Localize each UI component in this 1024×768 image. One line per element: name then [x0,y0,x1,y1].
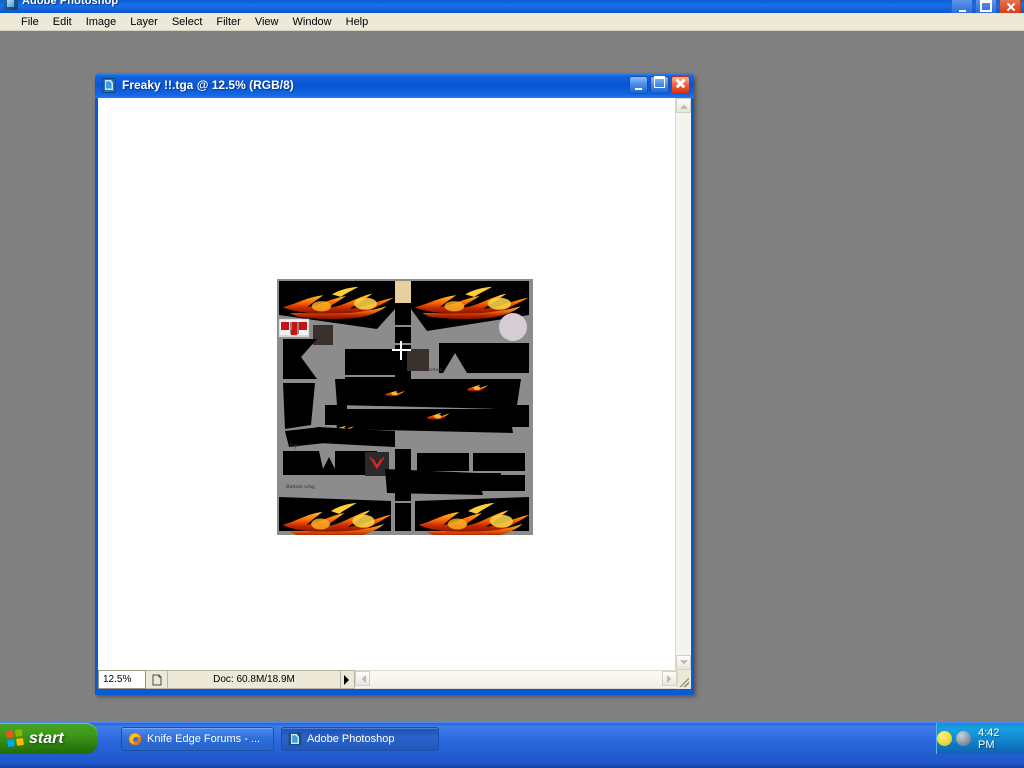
document-titlebar[interactable]: Freaky !!.tga @ 12.5% (RGB/8) [95,73,694,98]
app-titlebar[interactable]: Adobe Photoshop [0,0,1024,13]
menu-item-select[interactable]: Select [165,14,210,30]
photoshop-icon [4,0,18,10]
menu-item-view[interactable]: View [248,14,286,30]
photoshop-app-window: Adobe Photoshop File Edit Image Layer Se… [0,0,1024,723]
document-photoshop-icon [102,78,116,93]
taskbar-item-photoshop[interactable]: Adobe Photoshop [281,727,439,751]
scroll-up-arrow[interactable] [676,98,691,113]
artwork-svg: bottom top Bottom wing [277,279,533,535]
volume-tray-icon[interactable] [956,731,971,746]
scroll-right-arrow[interactable] [662,671,677,686]
status-menu-triangle[interactable] [341,670,355,689]
windows-taskbar: start Knife Edge Forums - ... Adobe Phot… [0,722,1024,768]
document-close-button[interactable] [671,76,690,94]
taskbar-clock[interactable]: 4:42 PM [978,727,1017,751]
start-button-label: start [29,729,64,747]
vertical-scrollbar[interactable] [675,98,691,670]
menu-item-file[interactable]: File [14,14,46,30]
menu-item-filter[interactable]: Filter [209,14,247,30]
horizontal-scroll-track[interactable] [370,671,662,688]
app-minimize-button[interactable] [951,0,973,13]
document-window-controls [629,76,690,94]
taskbar-item-firefox[interactable]: Knife Edge Forums - ... [121,727,274,751]
document-size-info: Doc: 60.8M/18.9M [168,670,341,689]
menu-item-image[interactable]: Image [79,14,124,30]
menu-bar: File Edit Image Layer Select Filter View… [0,13,1024,31]
artwork-label-bottom-wing: Bottom wing [286,484,315,490]
zoom-level-input[interactable]: 12.5% [98,670,146,689]
document-body: bottom top Bottom wing [98,98,691,670]
canvas-viewport[interactable]: bottom top Bottom wing [98,98,676,670]
taskbar-item-firefox-label: Knife Edge Forums - ... [147,733,261,745]
menu-item-layer[interactable]: Layer [123,14,165,30]
document-title: Freaky !!.tga @ 12.5% (RGB/8) [122,78,294,92]
app-maximize-button[interactable] [975,0,997,13]
page-preview-icon[interactable] [146,670,168,689]
scroll-down-arrow[interactable] [676,655,691,670]
app-title: Adobe Photoshop [22,0,119,7]
app-close-button[interactable] [999,0,1021,13]
firefox-icon [128,732,142,746]
photoshop-icon [288,732,302,746]
texture-sheet-artwork[interactable]: bottom top Bottom wing [277,279,533,535]
taskbar-item-photoshop-label: Adobe Photoshop [307,733,395,745]
document-window: Freaky !!.tga @ 12.5% (RGB/8) bottom top… [95,73,694,695]
horizontal-scrollbar[interactable] [355,670,678,689]
system-tray: 4:42 PM [936,723,1024,754]
document-statusbar: 12.5% Doc: 60.8M/18.9M [98,670,691,689]
artwork-label-top: top [290,443,298,449]
document-maximize-button[interactable] [650,76,669,94]
windows-flag-icon [5,729,25,748]
artwork-label-bottom: bottom [427,367,443,373]
menu-item-help[interactable]: Help [339,14,376,30]
scroll-left-arrow[interactable] [355,671,370,686]
resize-grip[interactable] [678,670,691,689]
start-button[interactable]: start [0,723,98,754]
shield-tray-icon[interactable] [937,731,952,746]
app-window-controls [951,0,1021,13]
menu-item-edit[interactable]: Edit [46,14,79,30]
menu-item-window[interactable]: Window [286,14,339,30]
document-minimize-button[interactable] [629,76,648,94]
